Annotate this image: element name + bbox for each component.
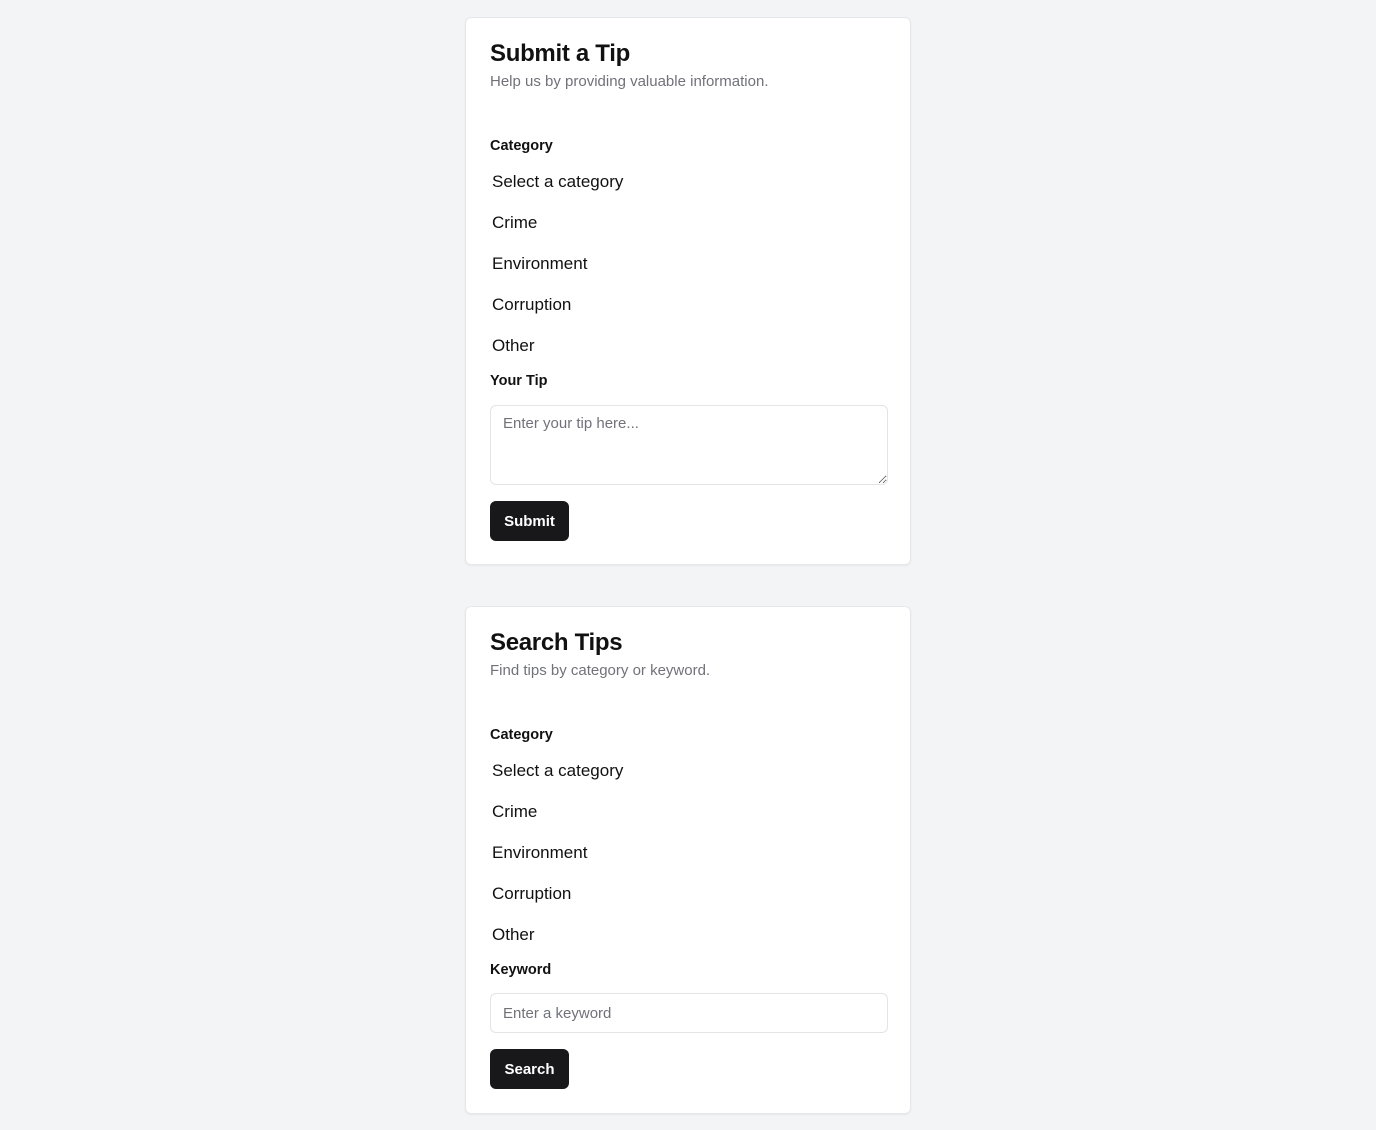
submit-category-option-placeholder[interactable]: Select a category xyxy=(492,171,623,212)
submit-category-label: Category xyxy=(490,138,553,154)
submit-category-option-corruption[interactable]: Corruption xyxy=(492,294,623,335)
search-tips-subtitle: Find tips by category or keyword. xyxy=(490,662,711,679)
submit-tip-card: Submit a Tip Help us by providing valuab… xyxy=(465,17,911,565)
submit-tip-subtitle: Help us by providing valuable informatio… xyxy=(490,73,769,90)
tip-textarea[interactable] xyxy=(490,405,888,485)
submit-category-option-other[interactable]: Other xyxy=(492,335,623,376)
search-category-select[interactable]: Select a category Crime Environment Corr… xyxy=(492,760,623,965)
submit-button[interactable]: Submit xyxy=(490,501,569,541)
tip-label: Your Tip xyxy=(490,373,548,389)
submit-tip-title: Submit a Tip xyxy=(490,40,630,67)
search-category-label: Category xyxy=(490,727,553,743)
search-tips-title: Search Tips xyxy=(490,629,623,656)
submit-category-option-environment[interactable]: Environment xyxy=(492,253,623,294)
search-category-option-crime[interactable]: Crime xyxy=(492,801,623,842)
search-category-option-placeholder[interactable]: Select a category xyxy=(492,760,623,801)
search-button[interactable]: Search xyxy=(490,1049,569,1089)
search-category-option-environment[interactable]: Environment xyxy=(492,842,623,883)
search-tips-card: Search Tips Find tips by category or key… xyxy=(465,606,911,1114)
submit-category-select[interactable]: Select a category Crime Environment Corr… xyxy=(492,171,623,376)
search-category-option-other[interactable]: Other xyxy=(492,924,623,965)
keyword-input[interactable] xyxy=(490,993,888,1033)
keyword-label: Keyword xyxy=(490,962,552,978)
search-category-option-corruption[interactable]: Corruption xyxy=(492,883,623,924)
submit-category-option-crime[interactable]: Crime xyxy=(492,212,623,253)
